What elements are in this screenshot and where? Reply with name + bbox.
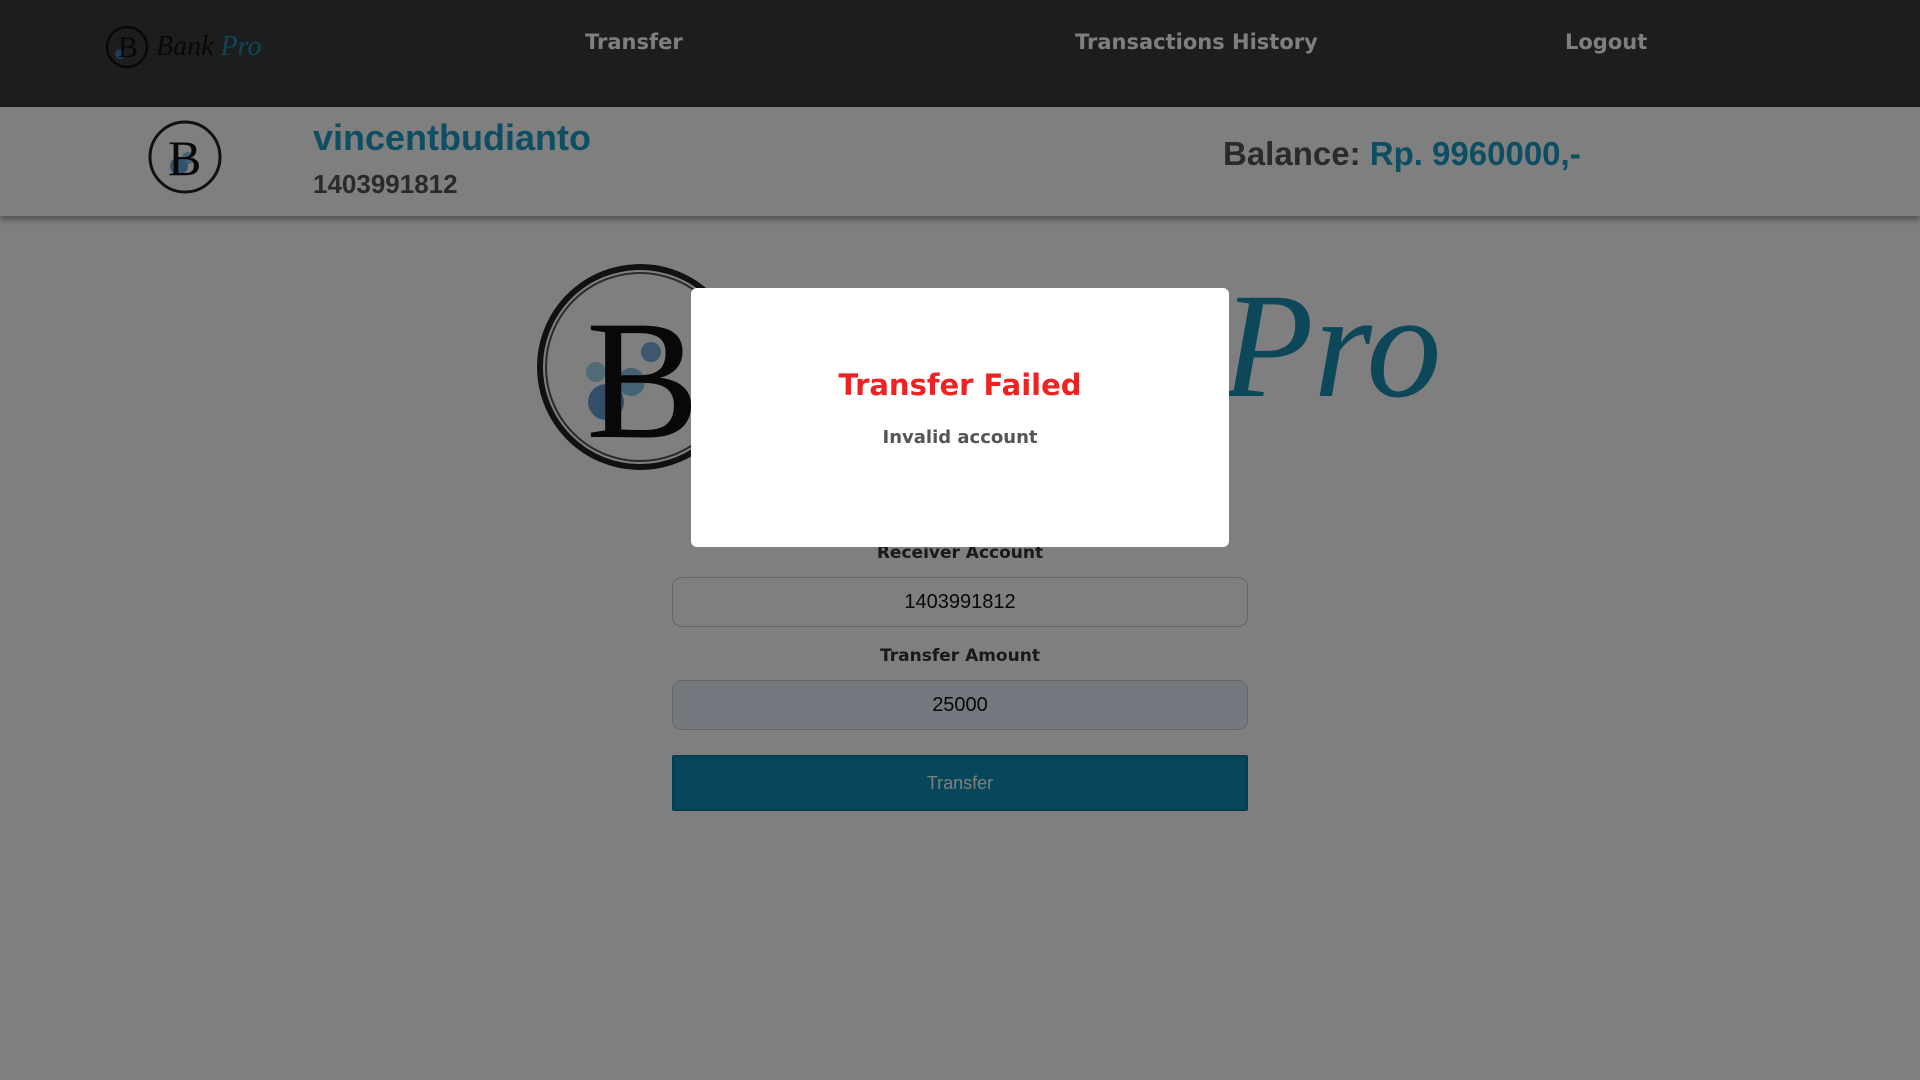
dialog-title: Transfer Failed: [838, 368, 1082, 402]
transfer-failed-dialog: Transfer Failed Invalid account: [691, 288, 1229, 547]
dialog-message: Invalid account: [882, 427, 1038, 448]
